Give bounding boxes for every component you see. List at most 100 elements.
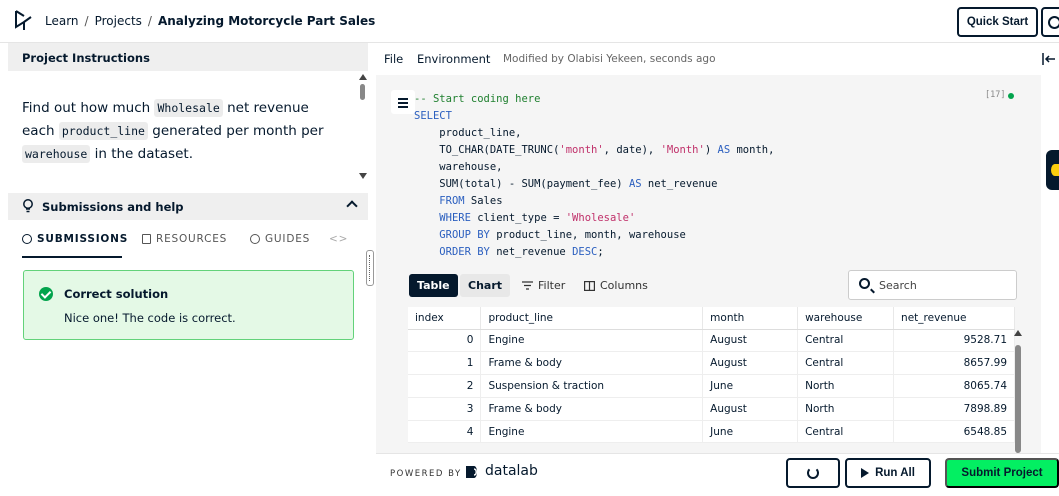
table-cell: 7898.89 <box>893 397 1015 421</box>
table-row[interactable]: 1 Frame & body August Central 8657.99 <box>408 351 1015 376</box>
breadcrumb-current: Analyzing Motorcycle Part Sales <box>157 14 376 28</box>
search-box[interactable] <box>848 270 1017 300</box>
table-header-row: index product_line month warehouse net_r… <box>408 307 1015 330</box>
sql-code[interactable]: -- Start coding here SELECT product_line… <box>414 91 774 261</box>
table-scrollbar[interactable] <box>1013 327 1023 453</box>
breadcrumb-separator: / <box>147 14 152 28</box>
instruction-code: product_line <box>58 122 148 140</box>
code-line: warehouse, <box>414 161 503 173</box>
column-header[interactable]: product_line <box>480 307 704 330</box>
table-cell: Suspension & traction <box>480 374 704 398</box>
table-cell: August <box>702 351 799 376</box>
code-line: TO_CHAR(DATE_TRUNC('month', date), 'Mont… <box>414 144 775 156</box>
search-icon <box>859 278 870 289</box>
code-line: FROM Sales <box>439 195 503 207</box>
panel-resize-handle[interactable] <box>366 250 374 286</box>
filter-label: Filter <box>538 279 566 292</box>
table-cell: North <box>797 397 895 421</box>
reset-button[interactable] <box>786 458 840 488</box>
tab-guides[interactable]: GUIDES <box>250 220 310 258</box>
code-line: product_line, <box>414 127 522 139</box>
submission-result: Correct solution Nice one! The code is c… <box>23 270 354 340</box>
columns-icon <box>584 280 595 291</box>
code-line: -- Start coding here <box>414 93 541 105</box>
table-cell: Engine <box>480 420 704 444</box>
table-cell: June <box>702 374 799 398</box>
table-cell: August <box>702 329 799 353</box>
document-icon <box>142 234 151 244</box>
breadcrumb: Learn / Projects / Analyzing Motorcycle … <box>45 14 375 28</box>
instructions-scrollbar[interactable] <box>358 71 368 193</box>
table-cell: Central <box>797 329 895 353</box>
submissions-header[interactable]: Submissions and help <box>8 193 368 220</box>
menu-environment[interactable]: Environment <box>417 52 490 66</box>
left-panel: Project Instructions Find out how much W… <box>8 43 368 496</box>
scroll-up-icon[interactable] <box>359 74 367 80</box>
result-message: Nice one! The code is correct. <box>64 311 236 325</box>
filter-button[interactable]: Filter <box>514 274 573 297</box>
table-row[interactable]: 3 Frame & body August North 7898.89 <box>408 397 1015 421</box>
breadcrumb-separator: / <box>84 14 89 28</box>
table-row[interactable]: 4 Engine June Central 6548.85 <box>408 420 1015 444</box>
instruction-code: Wholesale <box>154 99 223 117</box>
powered-by-label: POWERED BY <box>390 469 462 479</box>
datacamp-logo-icon[interactable] <box>14 10 34 32</box>
chevron-up-icon[interactable] <box>346 200 358 212</box>
breadcrumb-projects[interactable]: Projects <box>95 14 142 28</box>
tab-submissions[interactable]: SUBMISSIONS <box>22 220 128 258</box>
search-input[interactable] <box>879 277 1009 293</box>
scroll-down-icon[interactable] <box>359 173 367 179</box>
table-cell: 2 <box>408 374 482 398</box>
tab-resources[interactable]: RESOURCES <box>142 220 227 258</box>
datalab-brand: datalab <box>485 463 538 479</box>
scroll-thumb[interactable] <box>360 84 365 100</box>
scroll-up-icon[interactable] <box>1014 330 1022 336</box>
play-icon <box>861 468 870 478</box>
table-cell: Central <box>797 420 895 444</box>
table-row[interactable]: 2 Suspension & traction June North 8065.74 <box>408 374 1015 398</box>
lightbulb-icon <box>250 234 260 244</box>
table-cell: 6548.85 <box>893 420 1015 444</box>
table-cell: 3 <box>408 397 482 421</box>
column-header[interactable]: net_revenue <box>893 307 1015 330</box>
top-bar: Learn / Projects / Analyzing Motorcycle … <box>0 0 1059 43</box>
code-editor[interactable]: -- Start coding here SELECT product_line… <box>376 75 1041 267</box>
modified-status: Modified by Olabisi Yekeen, seconds ago <box>503 53 716 65</box>
table-cell: June <box>702 420 799 444</box>
table-cell: Frame & body <box>480 397 704 421</box>
breadcrumb-learn[interactable]: Learn <box>45 14 79 28</box>
chart-view-button[interactable]: Chart <box>460 274 511 297</box>
table-cell: Central <box>797 351 895 376</box>
cell-menu-icon[interactable] <box>391 90 415 114</box>
workspace-menu: File Environment Modified by Olabisi Yek… <box>376 43 1059 75</box>
table-cell: 4 <box>408 420 482 444</box>
datalab-logo-icon <box>466 466 477 478</box>
table-cell: 0 <box>408 329 482 353</box>
scroll-thumb[interactable] <box>1015 345 1021 453</box>
table-view-button[interactable]: Table <box>409 274 458 297</box>
submit-project-button[interactable]: Submit Project <box>945 458 1059 488</box>
cell-execution-count: [17] <box>985 90 1006 100</box>
table-row[interactable]: 0 Engine August Central 9528.71 <box>408 329 1015 353</box>
table-cell: 9528.71 <box>893 329 1015 353</box>
table-cell: 1 <box>408 351 482 376</box>
side-help-widget[interactable] <box>1046 150 1059 190</box>
columns-button[interactable]: Columns <box>576 274 656 297</box>
tab-label: GUIDES <box>265 233 311 245</box>
results-table: index product_line month warehouse net_r… <box>408 307 1015 444</box>
table-cell: 8657.99 <box>893 351 1015 376</box>
collapse-panel-icon[interactable] <box>1042 53 1056 65</box>
cell-status-icon <box>1008 93 1014 99</box>
tab-more[interactable]: <> <box>329 220 348 258</box>
reset-icon <box>807 467 819 479</box>
info-button[interactable] <box>1041 7 1059 37</box>
active-tab-indicator <box>22 256 122 258</box>
table-cell: Engine <box>480 329 704 353</box>
column-header[interactable]: index <box>408 307 482 330</box>
run-all-button[interactable]: Run All <box>845 458 931 488</box>
column-header[interactable]: month <box>702 307 799 330</box>
column-header[interactable]: warehouse <box>797 307 895 330</box>
instruction-text: in the dataset. <box>94 146 193 162</box>
menu-file[interactable]: File <box>384 52 403 66</box>
quick-start-button[interactable]: Quick Start <box>957 7 1038 37</box>
